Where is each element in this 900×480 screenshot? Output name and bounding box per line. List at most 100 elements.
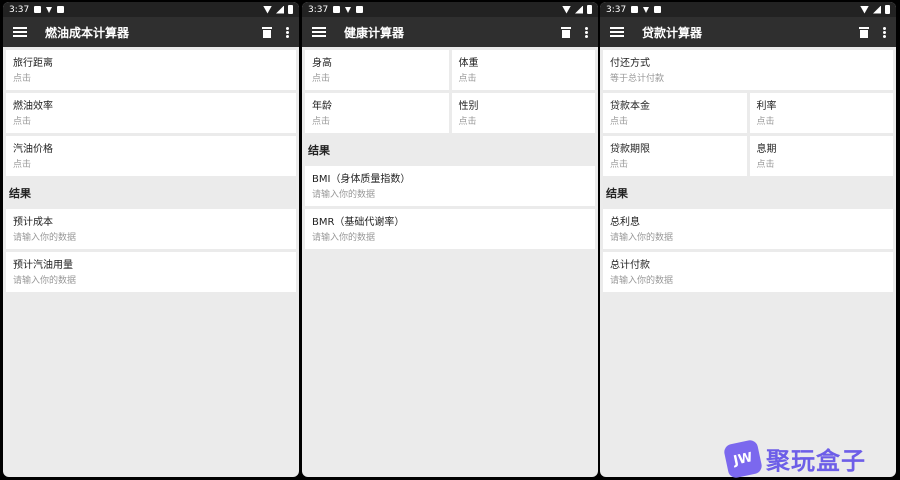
input-age[interactable]: 年龄 点击: [305, 93, 449, 133]
field-hint: 点击: [13, 117, 32, 127]
result-label: BMI（身体质量指数）: [312, 174, 411, 185]
app-bar: 燃油成本计算器: [3, 17, 299, 47]
field-hint: 点击: [458, 74, 477, 84]
result-estimated-cost: 预计成本 请输入你的数据: [6, 209, 296, 249]
hamburger-menu-icon[interactable]: [312, 27, 326, 37]
field-hint: 点击: [13, 74, 32, 84]
input-loan-principal[interactable]: 贷款本金 点击: [603, 93, 747, 133]
field-hint: 点击: [756, 160, 775, 170]
input-repayment-method[interactable]: 付还方式 等于总计付款: [603, 50, 893, 90]
input-loan-term[interactable]: 贷款期限 点击: [603, 136, 747, 176]
input-interest-rate[interactable]: 利率 点击: [749, 93, 893, 133]
wifi-icon: [860, 5, 869, 14]
notification-icon: [356, 6, 364, 13]
download-icon: [643, 6, 650, 13]
field-label: 利率: [756, 101, 777, 112]
app-bar: 健康计算器: [302, 17, 598, 47]
fuel-cost-screen: 3:37 燃油成本计算器 旅行距离 点击 燃油效率 点击 汽油价格 点击 结果: [3, 2, 299, 477]
trash-icon[interactable]: [859, 26, 869, 38]
watermark-logo: JW 聚玩盒子: [722, 438, 866, 479]
input-height[interactable]: 身高 点击: [305, 50, 449, 90]
input-fuel-efficiency[interactable]: 燃油效率 点击: [6, 93, 296, 133]
result-bmr: BMR（基础代谢率） 请输入你的数据: [305, 209, 595, 249]
notification-icon: [654, 6, 662, 13]
field-label: 燃油效率: [13, 101, 53, 112]
image-notification-icon: [333, 6, 341, 13]
input-weight[interactable]: 体重 点击: [451, 50, 595, 90]
battery-icon: [288, 5, 293, 14]
more-options-icon[interactable]: [585, 26, 588, 38]
result-total-payment: 总计付款 请输入你的数据: [603, 252, 893, 292]
input-gas-price[interactable]: 汽油价格 点击: [6, 136, 296, 176]
page-title: 健康计算器: [344, 25, 405, 40]
input-interest-period[interactable]: 息期 点击: [749, 136, 893, 176]
field-hint: 等于总计付款: [610, 74, 665, 84]
field-label: 贷款期限: [610, 144, 650, 155]
hamburger-menu-icon[interactable]: [610, 27, 624, 37]
result-value: 请输入你的数据: [312, 233, 376, 243]
watermark-text: 聚玩盒子: [766, 447, 866, 475]
page-title: 燃油成本计算器: [45, 25, 130, 40]
result-value: 请输入你的数据: [610, 233, 674, 243]
results-heading: 结果: [606, 187, 628, 200]
field-hint: 点击: [312, 117, 331, 127]
trash-icon[interactable]: [262, 26, 272, 38]
field-hint: 点击: [458, 117, 477, 127]
input-gender[interactable]: 性别 点击: [451, 93, 595, 133]
field-label: 息期: [756, 144, 777, 155]
battery-icon: [885, 5, 890, 14]
loan-screen: 3:37 贷款计算器 付还方式 等于总计付款 贷款本金 点击 利率 点击 贷款期…: [600, 2, 896, 477]
field-label: 体重: [458, 58, 479, 69]
status-bar: 3:37: [302, 2, 598, 17]
status-time: 3:37: [606, 4, 627, 15]
status-time: 3:37: [9, 4, 30, 15]
watermark-badge: JW: [722, 438, 764, 479]
wifi-icon: [263, 5, 272, 14]
results-heading: 结果: [308, 144, 330, 157]
signal-icon: [873, 5, 881, 14]
health-screen: 3:37 健康计算器 身高 点击 体重 点击 年龄 点击 性别 点击 结果 BM…: [302, 2, 598, 477]
result-total-interest: 总利息 请输入你的数据: [603, 209, 893, 249]
result-label: 总计付款: [610, 260, 650, 271]
result-bmi: BMI（身体质量指数） 请输入你的数据: [305, 166, 595, 206]
image-notification-icon: [631, 6, 639, 13]
field-hint: 点击: [756, 117, 775, 127]
result-value: 请输入你的数据: [13, 233, 77, 243]
results-heading: 结果: [9, 187, 31, 200]
download-icon: [46, 6, 53, 13]
field-hint: 点击: [312, 74, 331, 84]
field-hint: 点击: [610, 160, 629, 170]
result-estimated-fuel: 预计汽油用量 请输入你的数据: [6, 252, 296, 292]
status-bar: 3:37: [3, 2, 299, 17]
result-label: BMR（基础代谢率）: [312, 217, 405, 228]
result-label: 预计汽油用量: [13, 260, 73, 271]
field-label: 旅行距离: [13, 58, 53, 69]
wifi-icon: [562, 5, 571, 14]
download-icon: [345, 6, 352, 13]
page-title: 贷款计算器: [642, 25, 703, 40]
app-bar: 贷款计算器: [600, 17, 896, 47]
field-hint: 点击: [610, 117, 629, 127]
result-value: 请输入你的数据: [610, 276, 674, 286]
status-bar: 3:37: [600, 2, 896, 17]
result-value: 请输入你的数据: [312, 190, 376, 200]
more-options-icon[interactable]: [286, 26, 289, 38]
input-travel-distance[interactable]: 旅行距离 点击: [6, 50, 296, 90]
signal-icon: [575, 5, 583, 14]
field-label: 付还方式: [610, 58, 650, 69]
field-label: 身高: [312, 58, 332, 69]
field-hint: 点击: [13, 160, 32, 170]
result-label: 总利息: [610, 217, 640, 228]
more-options-icon[interactable]: [883, 26, 886, 38]
field-label: 年龄: [312, 101, 332, 112]
field-label: 汽油价格: [13, 144, 53, 155]
result-value: 请输入你的数据: [13, 276, 77, 286]
image-notification-icon: [34, 6, 42, 13]
field-label: 贷款本金: [610, 101, 650, 112]
battery-icon: [587, 5, 592, 14]
hamburger-menu-icon[interactable]: [13, 27, 27, 37]
notification-icon: [57, 6, 65, 13]
trash-icon[interactable]: [561, 26, 571, 38]
status-time: 3:37: [308, 4, 329, 15]
signal-icon: [276, 5, 284, 14]
